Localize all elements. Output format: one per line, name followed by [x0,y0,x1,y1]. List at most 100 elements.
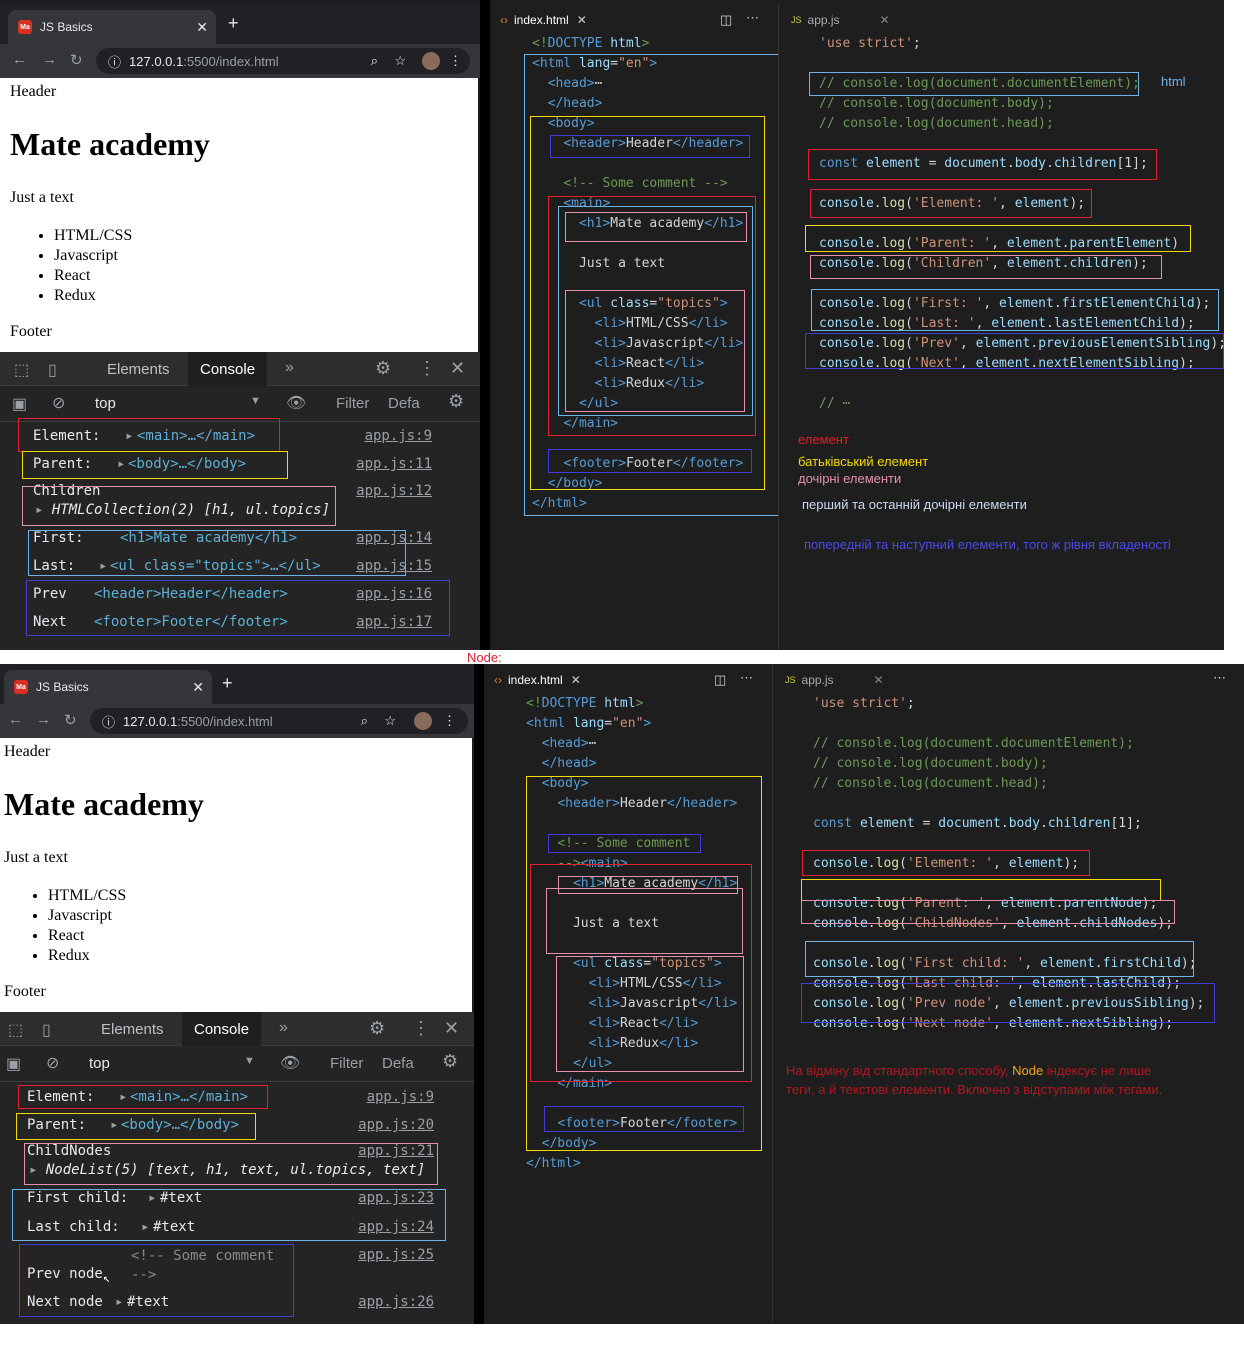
gear-icon[interactable]: ⚙ [375,358,391,379]
tab-label: app.js [801,673,834,687]
address-input[interactable]: ⓘ 127.0.0.1:5500/index.html ⌕ ☆ ⋮ [96,48,470,74]
close-tab-icon[interactable]: ✕ [196,19,208,36]
topics-list: HTML/CSS Javascript React Redux [8,886,126,966]
source-link[interactable]: app.js:26 [358,1294,434,1310]
reload-icon[interactable]: ↻ [64,711,77,729]
list-item: HTML/CSS [48,886,126,906]
close-icon[interactable]: ✕ [450,358,465,379]
tab-index-html[interactable]: ‹› index.html ✕ [494,664,581,696]
menu-icon[interactable]: ⋮ [443,713,456,729]
tab-title: JS Basics [36,680,89,694]
split-editor-icon[interactable]: ◫ [720,12,732,28]
new-tab-icon[interactable]: + [222,673,233,694]
tab-elements[interactable]: Elements [89,1012,176,1046]
highlight-box [805,225,1191,252]
tab-strip: Ma JS Basics ✕ + [0,4,480,44]
source-link[interactable]: app.js:12 [356,483,432,499]
highlight-box [548,834,701,853]
back-icon[interactable]: ← [12,51,27,68]
device-icon[interactable]: ▯ [48,360,57,380]
tab-console[interactable]: Console [182,1012,262,1046]
tab-app-js[interactable]: JS app.js ✕ [791,4,890,36]
kebab-icon[interactable]: ⋮ [412,1018,430,1039]
address-input[interactable]: ⓘ 127.0.0.1:5500/index.html ⌕ ☆ ⋮ [90,708,468,734]
kebab-icon[interactable]: ⋮ [418,358,436,379]
context-select[interactable]: top [95,395,116,412]
highlight-box [28,530,406,576]
highlight-box [12,1189,446,1241]
highlight-box [556,956,744,1072]
tab-app-js[interactable]: JS app.js ✕ [785,664,884,696]
star-icon[interactable]: ☆ [384,713,396,729]
devtools-toolbar: ⬚ ▯ Elements Console » ⚙ ⋮ ✕ [0,1012,474,1046]
highlight-box [801,900,1175,924]
highlight-box [550,135,750,158]
zoom-icon[interactable]: ⌕ [371,53,378,69]
clear-icon[interactable]: ⊘ [46,1053,59,1073]
list-item: React [48,926,126,946]
highlight-box [22,451,288,479]
back-icon[interactable]: ← [8,711,23,728]
device-icon[interactable]: ▯ [42,1020,51,1040]
more-tabs-icon[interactable]: » [285,359,294,377]
levels-select[interactable]: Defa [382,1055,414,1072]
more-actions-icon[interactable]: ⋯ [1213,670,1226,686]
sidebar-icon[interactable]: ▣ [6,1054,21,1074]
highlight-box [805,941,1194,977]
close-tab-icon[interactable]: ✕ [192,679,204,696]
chevron-down-icon[interactable]: ▼ [250,395,261,407]
source-link[interactable]: app.js:25 [358,1247,434,1263]
new-tab-icon[interactable]: + [228,13,239,34]
avatar[interactable] [422,52,440,70]
forward-icon[interactable]: → [42,51,57,68]
chevron-down-icon[interactable]: ▼ [244,1055,255,1067]
more-tabs-icon[interactable]: » [279,1019,288,1037]
tab-index-html[interactable]: ‹› index.html ✕ [500,4,587,36]
tab-console[interactable]: Console [188,352,268,386]
browser-tab[interactable]: Ma JS Basics ✕ [4,670,212,704]
avatar[interactable] [414,712,432,730]
gear-icon[interactable]: ⚙ [442,1051,458,1072]
star-icon[interactable]: ☆ [394,53,406,69]
split-editor-icon[interactable]: ◫ [714,672,726,688]
menu-icon[interactable]: ⋮ [449,53,462,69]
divider-label: Node: [467,650,502,665]
more-actions-icon[interactable]: ⋯ [740,670,753,686]
inspect-icon[interactable]: ⬚ [14,360,29,380]
reload-icon[interactable]: ↻ [70,51,83,69]
devtools-toolbar: ⬚ ▯ Elements Console » ⚙ ⋮ ✕ [0,352,480,386]
sidebar-icon[interactable]: ▣ [12,394,27,414]
source-link[interactable]: app.js:9 [365,428,432,444]
note-prev-next: попередній та наступний елементи, того ж… [804,537,1171,552]
tab-strip: Ma JS Basics ✕ + [0,664,474,704]
forward-icon[interactable]: → [36,711,51,728]
eye-icon[interactable]: 👁 [280,1053,300,1073]
splitter [474,664,484,1324]
gear-icon[interactable]: ⚙ [369,1018,385,1039]
browser-tab[interactable]: Ma JS Basics ✕ [8,10,216,44]
gear-icon[interactable]: ⚙ [448,391,464,412]
inspect-icon[interactable]: ⬚ [8,1020,23,1040]
highlight-box [809,72,1139,96]
source-link[interactable]: app.js:11 [356,456,432,472]
source-link[interactable]: app.js:20 [358,1117,434,1133]
source-link[interactable]: app.js:9 [367,1089,434,1105]
tab-elements[interactable]: Elements [95,352,182,386]
console-filter-bar: ▣ ⊘ top ▼ 👁 Filter Defa ⚙ [0,386,480,422]
levels-select[interactable]: Defa [388,395,420,412]
highlight-box [16,1113,256,1140]
context-select[interactable]: top [89,1055,110,1072]
close-icon[interactable]: ✕ [444,1018,459,1039]
note-parent: батьківський елемент [798,454,929,469]
more-actions-icon[interactable]: ⋯ [746,10,759,26]
highlight-box [565,212,747,242]
filter-input[interactable]: Filter [330,1055,363,1072]
zoom-icon[interactable]: ⌕ [361,713,368,729]
clear-icon[interactable]: ⊘ [52,393,65,413]
info-icon: ⓘ [108,54,122,70]
highlight-box [565,290,745,412]
highlight-box [810,255,1162,279]
filter-input[interactable]: Filter [336,395,369,412]
note-highlight: Node [1012,1063,1044,1078]
eye-icon[interactable]: 👁 [286,393,306,413]
